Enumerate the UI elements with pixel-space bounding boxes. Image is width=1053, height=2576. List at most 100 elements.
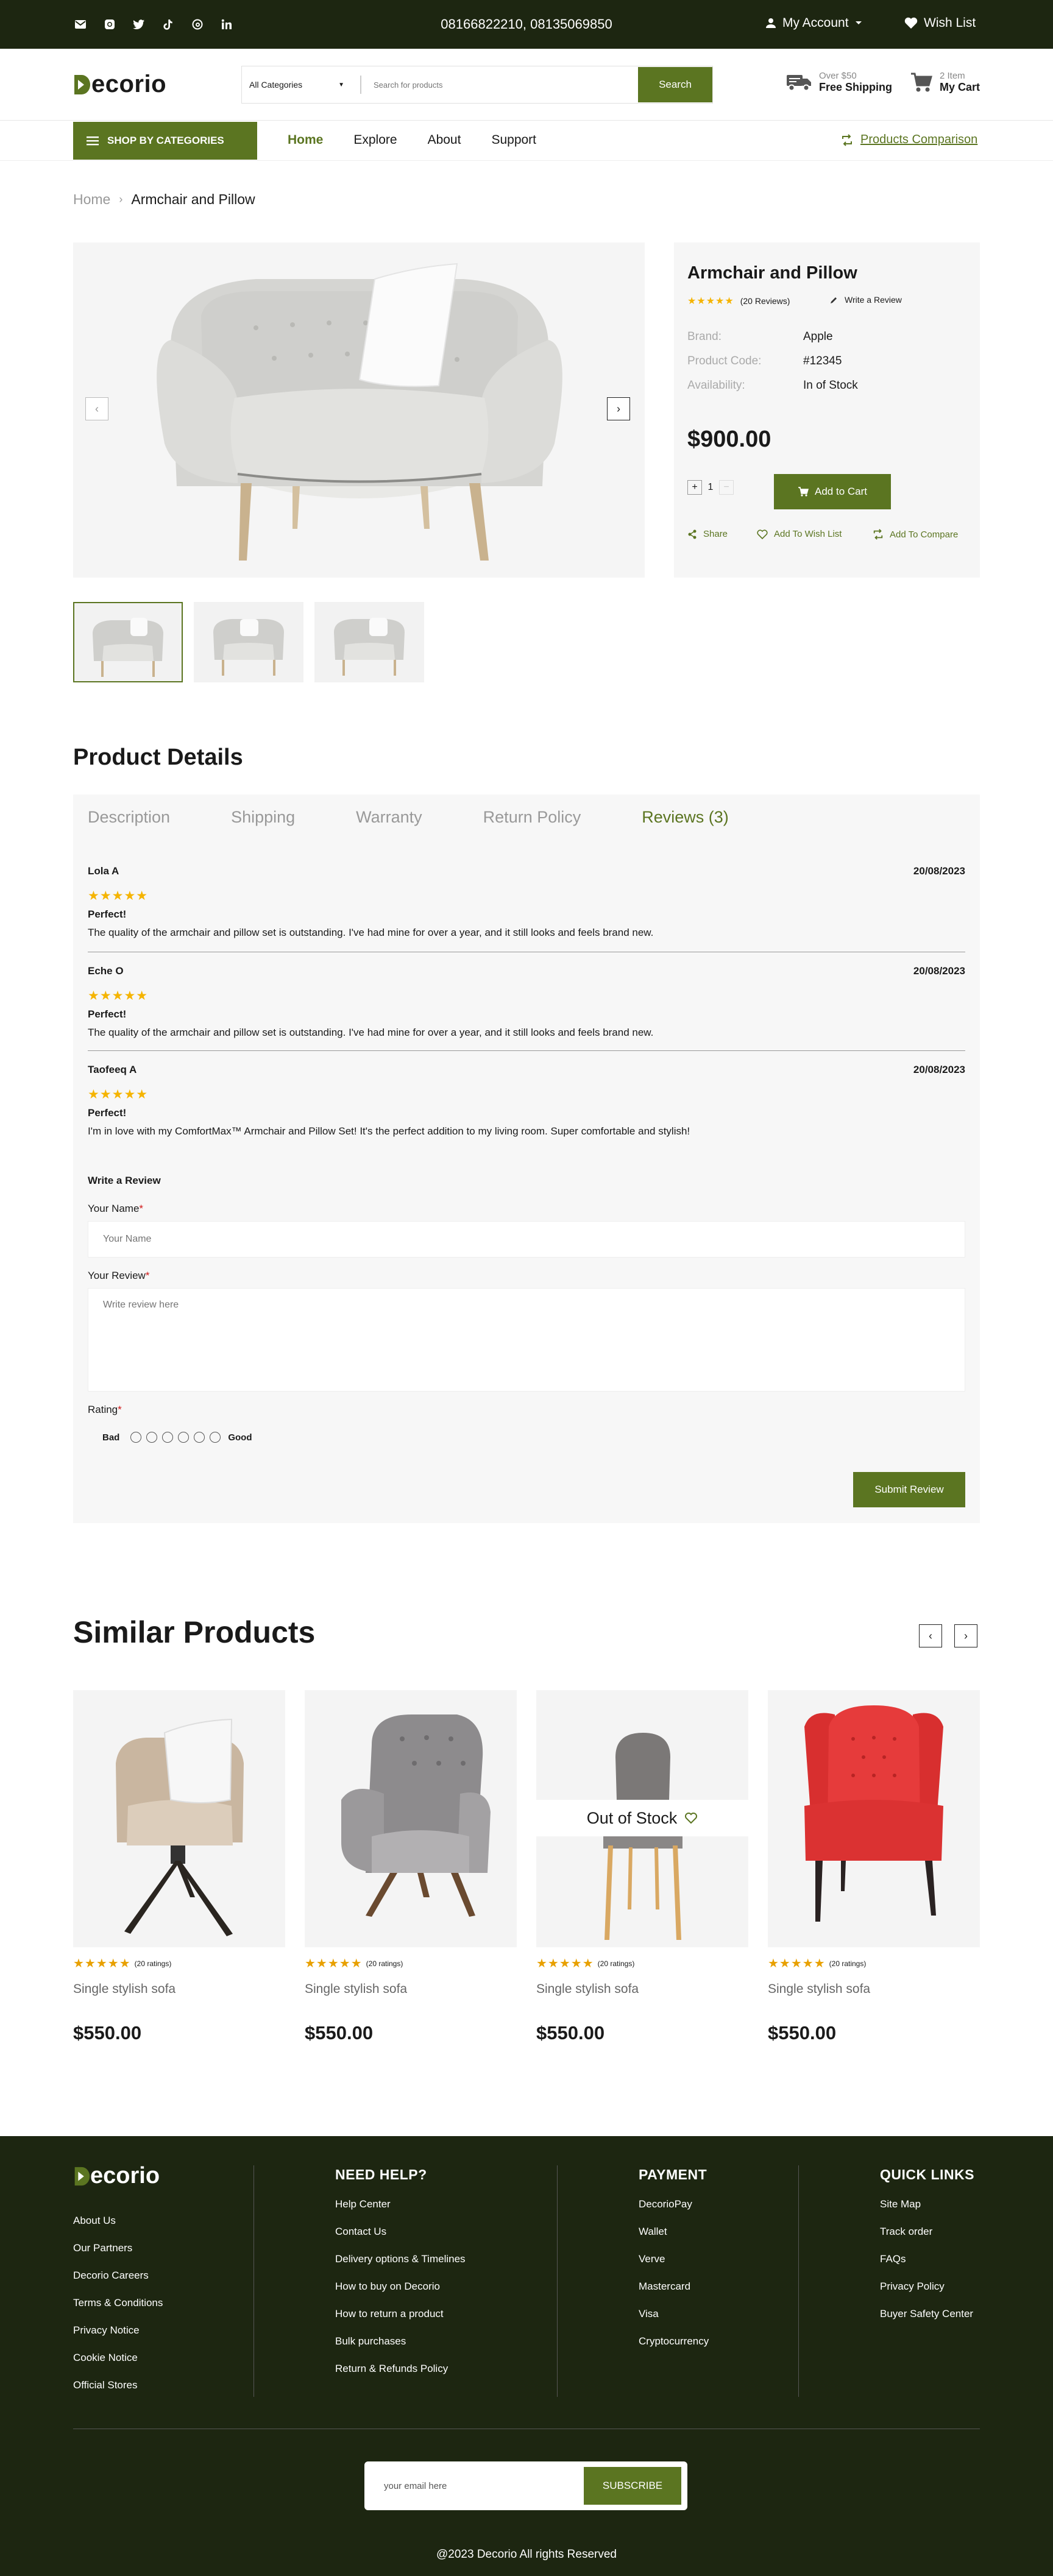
footer-link[interactable]: How to return a product xyxy=(335,2308,466,2320)
footer-link[interactable]: Cookie Notice xyxy=(73,2352,163,2364)
product-card[interactable]: Out of Stock ★★★★★ (20 ratings) Single s… xyxy=(536,1690,748,2044)
my-cart[interactable]: 2 Item My Cart xyxy=(910,71,980,94)
product-card[interactable]: ★★★★★ (20 ratings) Single stylish sofa $… xyxy=(73,1690,285,2044)
thumbnail-2[interactable] xyxy=(194,602,303,682)
share-button[interactable]: Share xyxy=(687,529,728,539)
product-card-rating: ★★★★★ (20 ratings) xyxy=(305,1956,517,1971)
footer-link[interactable]: Return & Refunds Policy xyxy=(335,2363,466,2375)
my-account-menu[interactable]: My Account xyxy=(765,16,862,30)
footer-link[interactable]: Wallet xyxy=(639,2226,709,2238)
subscribe-button[interactable]: SUBSCRIBE xyxy=(584,2467,681,2505)
tab-reviews[interactable]: Reviews (3) xyxy=(642,808,729,827)
product-card-rating: ★★★★★ (20 ratings) xyxy=(768,1956,980,1971)
footer-link[interactable]: Delivery options & Timelines xyxy=(335,2253,466,2265)
logo[interactable]: ecorio xyxy=(73,71,166,98)
cart-count: 2 Item xyxy=(940,71,965,81)
footer-link[interactable]: Decorio Careers xyxy=(73,2270,163,2282)
footer-link[interactable]: Official Stores xyxy=(73,2379,163,2391)
add-to-compare-button[interactable]: Add To Compare xyxy=(873,529,958,540)
tab-description[interactable]: Description xyxy=(88,808,170,827)
rating-radio-5[interactable] xyxy=(194,1432,205,1443)
footer-link[interactable]: Visa xyxy=(639,2308,709,2320)
out-of-stock-overlay: Out of Stock xyxy=(536,1800,748,1836)
footer-link[interactable]: Our Partners xyxy=(73,2242,163,2254)
pencil-icon xyxy=(831,297,837,303)
similar-prev-button[interactable]: ‹ xyxy=(919,1624,942,1647)
footer-link[interactable]: DecorioPay xyxy=(639,2198,709,2210)
add-to-cart-button[interactable]: Add to Cart xyxy=(774,474,891,509)
footer-link[interactable]: Track order xyxy=(880,2226,974,2238)
rating-selector: Bad Good xyxy=(102,1432,252,1443)
review-name-input[interactable] xyxy=(88,1221,965,1258)
heart-icon xyxy=(904,17,918,29)
reviews-count: (20 Reviews) xyxy=(740,296,790,306)
rating-radio-4[interactable] xyxy=(178,1432,190,1443)
product-card-name: Single stylish sofa xyxy=(73,1982,176,1996)
product-card-rating: ★★★★★ (20 ratings) xyxy=(536,1956,748,1971)
tab-return-policy[interactable]: Return Policy xyxy=(483,808,581,827)
write-review-title: Write a Review xyxy=(88,1175,161,1186)
footer-payment-column: PAYMENT DecorioPay Wallet Verve Masterca… xyxy=(639,2167,709,2348)
category-select[interactable]: All Categories ▼ xyxy=(242,76,361,94)
thumbnail-3[interactable] xyxy=(314,602,424,682)
search-input[interactable] xyxy=(361,80,638,90)
review-item: Eche O 20/08/2023 ★★★★★ Perfect! The qua… xyxy=(88,965,965,1039)
heart-outline-icon[interactable] xyxy=(684,1812,698,1824)
quantity-decrease-button[interactable]: − xyxy=(719,480,734,495)
footer-link[interactable]: Cryptocurrency xyxy=(639,2335,709,2348)
shop-by-categories-button[interactable]: SHOP BY CATEGORIES xyxy=(73,122,257,160)
footer-link[interactable]: Site Map xyxy=(880,2198,974,2210)
footer-help-heading: NEED HELP? xyxy=(335,2167,427,2182)
quantity-increase-button[interactable]: + xyxy=(687,480,702,495)
footer-link[interactable]: FAQs xyxy=(880,2253,974,2265)
footer-link[interactable]: Help Center xyxy=(335,2198,466,2210)
rating-radio-1[interactable] xyxy=(130,1432,142,1443)
product-card-price: $550.00 xyxy=(73,2022,142,2043)
add-to-wishlist-button[interactable]: Add To Wish List xyxy=(757,529,842,539)
nav-about[interactable]: About xyxy=(428,133,461,147)
search-button[interactable]: Search xyxy=(638,67,712,102)
footer-link[interactable]: Verve xyxy=(639,2253,709,2265)
footer-link[interactable]: Contact Us xyxy=(335,2226,466,2238)
breadcrumb-home[interactable]: Home xyxy=(73,191,110,208)
footer-link[interactable]: Mastercard xyxy=(639,2281,709,2293)
rating-radio-2[interactable] xyxy=(146,1432,158,1443)
rating-radio-6[interactable] xyxy=(210,1432,221,1443)
newsletter-email-input[interactable]: your email here xyxy=(367,2481,584,2491)
footer-divider xyxy=(798,2165,799,2397)
similar-next-button[interactable]: › xyxy=(954,1624,977,1647)
tab-shipping[interactable]: Shipping xyxy=(231,808,295,827)
review-stars: ★★★★★ xyxy=(88,1088,149,1102)
rating-radio-3[interactable] xyxy=(162,1432,174,1443)
footer-logo[interactable]: ecorio xyxy=(73,2163,160,2189)
review-text-input[interactable] xyxy=(88,1288,965,1392)
footer-link[interactable]: Privacy Notice xyxy=(73,2324,163,2337)
footer-link[interactable]: Buyer Safety Center xyxy=(880,2308,974,2320)
thumbnail-1[interactable] xyxy=(73,602,183,682)
compare-icon xyxy=(842,133,852,146)
product-card[interactable]: ★★★★★ (20 ratings) Single stylish sofa $… xyxy=(768,1690,980,2044)
quantity-value[interactable]: 1 xyxy=(702,482,719,493)
next-image-button[interactable]: › xyxy=(607,397,630,420)
nav-home[interactable]: Home xyxy=(288,133,323,147)
tab-warranty[interactable]: Warranty xyxy=(356,808,422,827)
write-review-link[interactable]: Write a Review xyxy=(830,295,902,305)
prev-image-button[interactable]: ‹ xyxy=(85,397,108,420)
submit-review-button[interactable]: Submit Review xyxy=(853,1472,965,1507)
nav-support[interactable]: Support xyxy=(491,133,536,147)
product-card-ratings-count: (20 ratings) xyxy=(829,1959,867,1968)
footer-link[interactable]: How to buy on Decorio xyxy=(335,2281,466,2293)
footer-link[interactable]: About Us xyxy=(73,2215,163,2227)
footer-link[interactable]: Bulk purchases xyxy=(335,2335,466,2348)
wish-list-link[interactable]: Wish List xyxy=(904,16,976,30)
product-card-stars: ★★★★★ xyxy=(305,1957,363,1970)
review-text: The quality of the armchair and pillow s… xyxy=(88,1027,654,1038)
review-date: 20/08/2023 xyxy=(913,1064,965,1075)
products-comparison-link[interactable]: Products Comparison xyxy=(841,133,977,147)
nav-explore[interactable]: Explore xyxy=(353,133,397,147)
footer-link[interactable]: Privacy Policy xyxy=(880,2281,974,2293)
review-label-text: Your Review xyxy=(88,1270,146,1281)
product-card[interactable]: ★★★★★ (20 ratings) Single stylish sofa $… xyxy=(305,1690,517,2044)
footer-link[interactable]: Terms & Conditions xyxy=(73,2297,163,2309)
share-label: Share xyxy=(703,529,728,539)
